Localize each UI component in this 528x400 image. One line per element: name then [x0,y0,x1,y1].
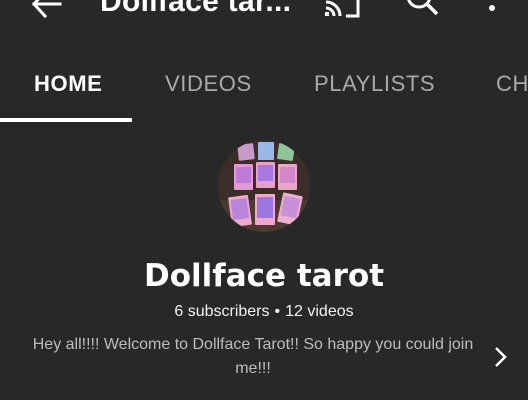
cast-button[interactable] [322,0,362,20]
back-button[interactable] [28,0,64,20]
cast-icon [325,0,360,18]
channel-avatar[interactable] [218,140,310,232]
chevron-right-icon [495,347,507,367]
channel-description[interactable]: Hey all!!!! Welcome to Dollface Tarot!! … [30,333,476,381]
arrow-back-icon [31,0,62,19]
channel-stats: 6 subscribers • 12 videos [0,302,528,322]
tab-home[interactable]: HOME [34,52,102,118]
channel-page: Dollface tar... HOME VIDEOS PLAYLISTS CH… [0,0,528,400]
search-button[interactable] [402,0,442,20]
active-tab-indicator [0,118,132,122]
expand-description-button[interactable] [490,343,510,371]
search-icon [407,0,439,16]
tarot-cards-avatar-icon [218,140,310,232]
channel-name: Dollface tarot [143,258,385,294]
tab-playlists[interactable]: PLAYLISTS [314,52,435,118]
more-vert-icon [489,5,495,11]
stats-separator: • [274,303,281,320]
tab-channels[interactable]: CH [496,52,528,118]
more-options-button[interactable] [480,0,504,20]
app-bar: Dollface tar... [0,0,528,26]
channel-tabs: HOME VIDEOS PLAYLISTS CH [0,52,528,122]
tab-videos[interactable]: VIDEOS [165,52,252,118]
subscriber-count: 6 subscribers [174,303,270,320]
app-bar-title: Dollface tar... [100,0,292,18]
video-count: 12 videos [285,303,354,320]
